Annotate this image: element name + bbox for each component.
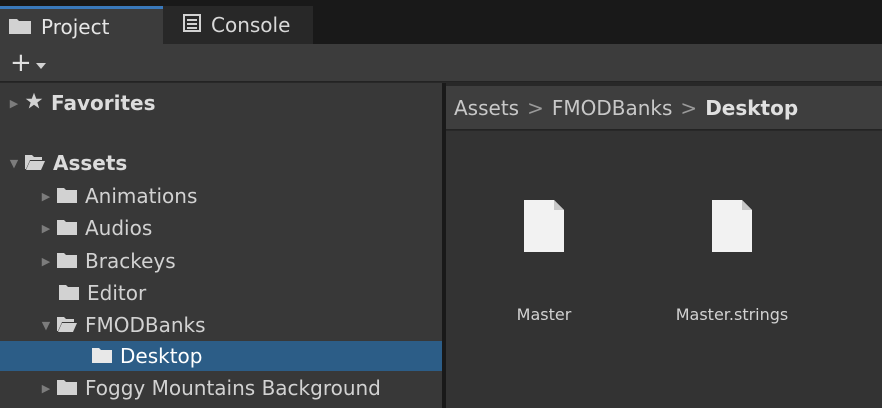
asset-item-master-strings[interactable]: Master.strings (652, 200, 812, 324)
file-icon (524, 200, 564, 252)
collapsed-arrow-icon[interactable]: ▶ (37, 382, 55, 395)
breadcrumb-separator: > (527, 95, 544, 120)
breadcrumb-fmodbanks[interactable]: FMODBanks (552, 96, 673, 120)
tree-item-label: Brackeys (85, 249, 176, 273)
folder-icon (59, 281, 79, 305)
tab-bar: Project Console (0, 0, 882, 44)
star-icon (25, 91, 43, 115)
tree-item-desktop[interactable]: Desktop (0, 341, 442, 371)
asset-grid: Master Master.strings (446, 131, 882, 408)
file-icon (712, 200, 752, 252)
tree-item-fmodbanks[interactable]: ▼ FMODBanks (0, 310, 442, 340)
collapsed-arrow-icon[interactable]: ▶ (37, 255, 55, 268)
plus-icon: + (10, 48, 32, 78)
folder-icon (92, 344, 112, 368)
breadcrumb-desktop[interactable]: Desktop (705, 96, 798, 120)
breadcrumb-assets[interactable]: Assets (454, 96, 519, 120)
tree-item-favorites[interactable]: ▶ Favorites (0, 88, 442, 118)
tree-item-label: Editor (87, 281, 147, 305)
folder-icon (57, 249, 77, 273)
add-asset-button[interactable]: + (10, 50, 50, 76)
console-icon (183, 13, 201, 37)
project-tree: ▶ Favorites ▼ Assets ▶ Animations ▶ Audi… (0, 83, 442, 408)
tree-item-label: Animations (85, 184, 198, 208)
tree-item-label: Desktop (120, 344, 203, 368)
breadcrumb-separator: > (680, 95, 698, 120)
open-folder-icon (57, 313, 77, 337)
collapsed-arrow-icon[interactable]: ▶ (37, 190, 55, 203)
collapsed-arrow-icon[interactable]: ▶ (37, 222, 55, 235)
tab-project-label: Project (41, 14, 110, 39)
breadcrumb: Assets > FMODBanks > Desktop (446, 86, 882, 130)
collapsed-arrow-icon[interactable]: ▶ (5, 97, 23, 110)
expanded-arrow-icon[interactable]: ▼ (5, 157, 23, 170)
asset-label: Master.strings (675, 305, 789, 324)
tree-item-label: Assets (53, 151, 128, 175)
tree-item-editor[interactable]: Editor (0, 278, 442, 308)
tab-console[interactable]: Console (163, 6, 313, 44)
tab-console-label: Console (211, 13, 291, 37)
expanded-arrow-icon[interactable]: ▼ (37, 319, 55, 332)
tree-item-animations[interactable]: ▶ Animations (0, 181, 442, 211)
tree-item-foggy-mountains-background[interactable]: ▶ Foggy Mountains Background (0, 373, 442, 403)
project-window: Project Console + ▶ Favorites ▼ Assets ▶… (0, 0, 882, 408)
toolbar: + (0, 44, 882, 82)
tree-item-brackeys[interactable]: ▶ Brackeys (0, 246, 442, 276)
open-folder-icon (25, 151, 45, 175)
tab-project[interactable]: Project (0, 6, 163, 44)
tree-item-label: Audios (85, 216, 153, 240)
folder-icon (57, 216, 77, 240)
asset-label: Master (516, 305, 572, 324)
tree-item-audios[interactable]: ▶ Audios (0, 213, 442, 243)
tree-item-assets[interactable]: ▼ Assets (0, 148, 442, 178)
caret-down-icon (35, 54, 46, 73)
folder-icon (57, 184, 77, 208)
folder-icon (9, 15, 31, 39)
folder-icon (57, 376, 77, 400)
tree-item-label: Favorites (51, 91, 156, 115)
asset-item-master[interactable]: Master (512, 200, 576, 324)
tree-item-label: FMODBanks (85, 313, 206, 337)
tree-item-label: Foggy Mountains Background (85, 376, 381, 400)
